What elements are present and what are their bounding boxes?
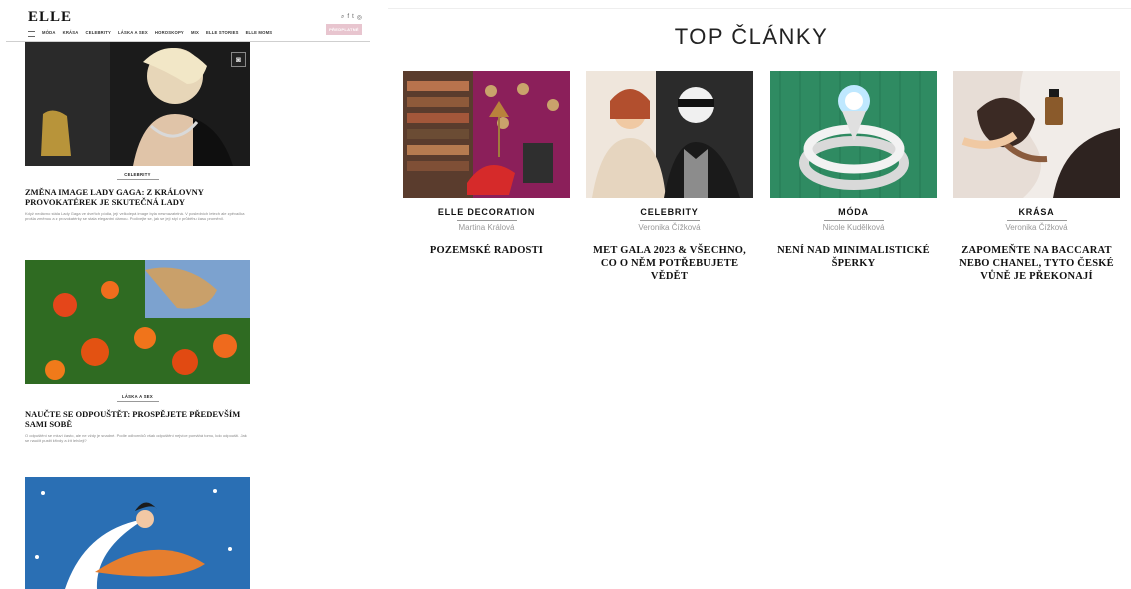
main-nav: MÓDA KRÁSA CELEBRITY LÁSKA A SEX HOROSKO… [28, 30, 272, 37]
section-title: TOP ČLÁNKY [674, 24, 829, 49]
met-gala-photo [586, 71, 753, 198]
instagram-icon[interactable]: ◎ [357, 14, 362, 21]
facebook-icon[interactable]: f [347, 14, 349, 21]
card-image[interactable] [586, 71, 753, 198]
card-author[interactable]: Nicole Kudělková [770, 223, 937, 232]
site-header: ELLE ⌕ f t ◎ MÓDA KRÁSA CELEBRITY LÁSKA … [6, 0, 370, 42]
pinup-illustration [25, 477, 250, 589]
section-divider [388, 8, 1131, 9]
search-icon[interactable]: ⌕ [341, 14, 344, 21]
card-category[interactable]: ELLE DECORATION [403, 207, 570, 217]
top-article-card[interactable]: CELEBRITY Veronika Čížková MET GALA 2023… [586, 71, 753, 283]
poppy-field-photo [25, 260, 250, 384]
card-image[interactable] [953, 71, 1120, 198]
article-title[interactable]: ZMĚNA IMAGE LADY GAGA: Z KRÁLOVNY PROVOK… [25, 187, 255, 207]
card-divider [639, 220, 700, 221]
card-title[interactable]: MET GALA 2023 & VŠECHNO, CO O NĚM POTŘEB… [586, 244, 753, 283]
card-title[interactable]: POZEMSKÉ RADOSTI [403, 244, 570, 257]
card-divider [456, 220, 517, 221]
nav-item[interactable]: MIX [191, 30, 199, 37]
hamburger-menu-icon[interactable] [28, 31, 35, 37]
card-image[interactable] [770, 71, 937, 198]
article-image[interactable] [25, 260, 250, 384]
article-category[interactable]: LÁSKA A SEX [25, 394, 250, 402]
top-article-card[interactable]: ELLE DECORATION Martina Králová POZEMSKÉ… [403, 71, 570, 257]
nav-item[interactable]: CELEBRITY [85, 30, 111, 37]
card-category[interactable]: KRÁSA [953, 207, 1120, 217]
subscribe-button[interactable]: PŘEDPLATNÉ [326, 24, 362, 35]
card-divider [823, 220, 884, 221]
card-author[interactable]: Veronika Čížková [586, 223, 753, 232]
card-title[interactable]: ZAPOMEŇTE NA BACCARAT NEBO CHANEL, TYTO … [953, 244, 1120, 283]
card-author[interactable]: Veronika Čížková [953, 223, 1120, 232]
card-image[interactable] [403, 71, 570, 198]
interior-photo [403, 71, 570, 198]
nav-item[interactable]: KRÁSA [63, 30, 79, 37]
left-article-feed: ELLE ⌕ f t ◎ MÓDA KRÁSA CELEBRITY LÁSKA … [0, 0, 372, 589]
card-divider [1006, 220, 1067, 221]
card-category[interactable]: MÓDA [770, 207, 937, 217]
twitter-icon[interactable]: t [352, 14, 354, 21]
camera-icon: ◙ [231, 52, 246, 67]
nav-item[interactable]: HOROSKOPY [155, 30, 184, 37]
nav-item[interactable]: ELLE STORIES [206, 30, 239, 37]
article-title[interactable]: NAUČTE SE ODPOUŠTĚT: PROSPĚJETE PŘEDEVŠÍ… [25, 409, 255, 429]
article-excerpt: O odpuštění se mluví často, ale ne vždy … [25, 433, 247, 444]
article-image[interactable]: ◙ [25, 42, 250, 166]
top-article-card[interactable]: MÓDA Nicole Kudělková NENÍ NAD MINIMALIS… [770, 71, 937, 270]
elle-logo[interactable]: ELLE [28, 9, 72, 26]
article-category[interactable]: CELEBRITY [25, 172, 250, 180]
nav-item[interactable]: ELLE MOMS [246, 30, 273, 37]
top-articles-section: TOP ČLÁNKY ELLE DECORATION Martina Králo… [372, 0, 1131, 589]
top-article-card[interactable]: KRÁSA Veronika Čížková ZAPOMEŇTE NA BACC… [953, 71, 1120, 283]
article-image[interactable] [25, 477, 250, 589]
header-icons: ⌕ f t ◎ [341, 14, 362, 21]
perfume-photo [953, 71, 1120, 198]
nav-item[interactable]: MÓDA [42, 30, 56, 37]
article-excerpt: Když nedávno stála Lady Gaga ve dveřích … [25, 211, 245, 222]
lady-gaga-photo [25, 42, 250, 166]
nav-item[interactable]: LÁSKA A SEX [118, 30, 148, 37]
card-title[interactable]: NENÍ NAD MINIMALISTICKÉ ŠPERKY [770, 244, 937, 270]
card-author[interactable]: Martina Králová [403, 223, 570, 232]
card-category[interactable]: CELEBRITY [586, 207, 753, 217]
rings-photo [770, 71, 937, 198]
